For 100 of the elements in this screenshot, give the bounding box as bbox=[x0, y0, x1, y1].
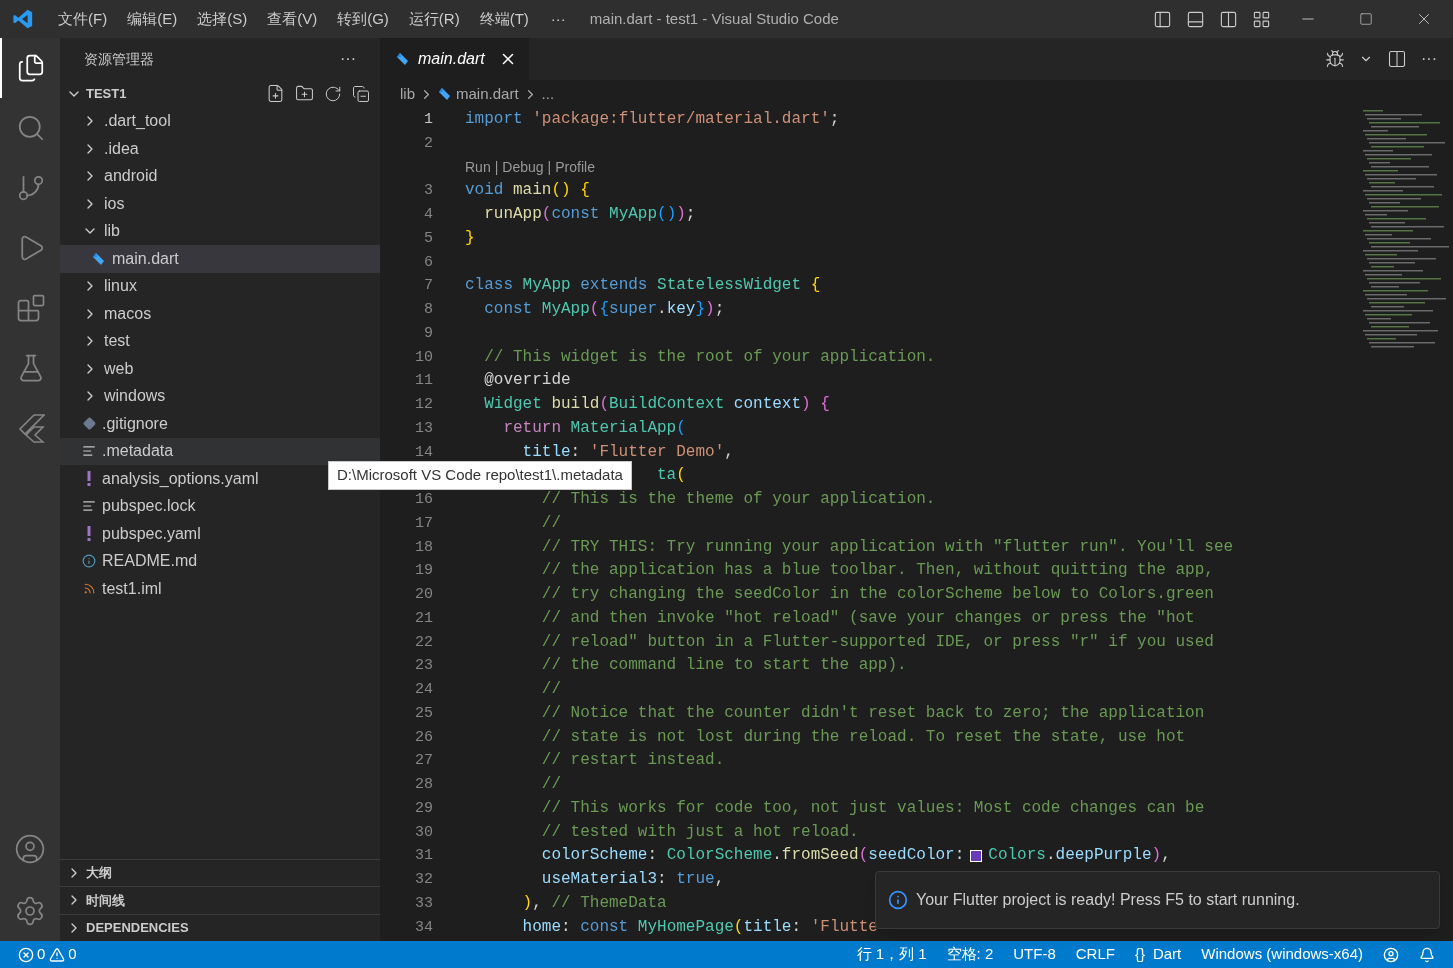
line-number: 5 bbox=[424, 229, 433, 247]
code-line: Widget build(BuildContext context) { bbox=[484, 394, 830, 415]
line-number: 26 bbox=[415, 728, 433, 746]
code-line: // bbox=[541, 512, 561, 534]
line-number: 7 bbox=[424, 277, 433, 295]
menu-item[interactable]: 终端(T) bbox=[469, 7, 539, 31]
section-title: 大纲 bbox=[86, 864, 112, 882]
file-item[interactable]: .metadata bbox=[60, 437, 380, 465]
refresh-icon[interactable] bbox=[324, 84, 342, 103]
new-file-icon[interactable] bbox=[266, 84, 285, 104]
menu-item[interactable]: 选择(S) bbox=[187, 7, 258, 31]
line-number: 6 bbox=[424, 253, 433, 271]
status-item[interactable]: Dart bbox=[1152, 943, 1182, 966]
line-number: 29 bbox=[415, 799, 433, 817]
split-layout-icon[interactable] bbox=[1219, 9, 1238, 29]
color-swatch[interactable] bbox=[970, 850, 983, 863]
menu-item[interactable]: 文件(F) bbox=[48, 7, 118, 31]
section-header[interactable]: 大纲 bbox=[60, 858, 380, 886]
code-line: // Notice that the counter didn't reset back to zero; the application bbox=[541, 702, 1205, 724]
item-label: android bbox=[104, 166, 158, 187]
line-number: 32 bbox=[415, 871, 433, 888]
code-line: home: const MyHomePage(title: 'Flutte bbox=[522, 916, 878, 938]
sidebar-toggle-icon[interactable] bbox=[1153, 9, 1172, 29]
line-number: 18 bbox=[415, 538, 433, 556]
editor-tab[interactable]: main.dart bbox=[380, 38, 529, 80]
branch-icon bbox=[16, 173, 46, 203]
status-item[interactable]: UTF-8 bbox=[1013, 943, 1056, 966]
code-line: // This widget is the root of your application. bbox=[484, 346, 936, 368]
more-actions[interactable]: ··· bbox=[340, 47, 356, 71]
maximize-icon[interactable] bbox=[1359, 12, 1373, 26]
line-number: 1 bbox=[424, 111, 433, 128]
menu-item[interactable]: 编辑(E) bbox=[117, 7, 188, 31]
bell-icon[interactable] bbox=[1419, 946, 1435, 963]
code-line: title: 'Flutter Demo', bbox=[522, 441, 734, 463]
diamond-icon bbox=[82, 417, 96, 431]
code-lens-link[interactable]: Debug bbox=[502, 155, 544, 180]
warning-icon[interactable] bbox=[49, 946, 66, 963]
info-icon bbox=[82, 554, 96, 569]
item-label: pubspec.yaml bbox=[102, 523, 201, 544]
section-title: 时间线 bbox=[86, 891, 125, 910]
line-number: 3 bbox=[424, 182, 433, 200]
more-menu[interactable]: ··· bbox=[538, 7, 578, 31]
line-number: 24 bbox=[415, 681, 433, 698]
rss-icon bbox=[82, 582, 96, 596]
notification-message: Your Flutter project is ready! Press F5 to start running. bbox=[916, 890, 1300, 910]
code-lens-link[interactable]: Profile bbox=[555, 155, 595, 180]
code-line: // the application has a blue toolbar. Then, without quitting the app, bbox=[541, 560, 1214, 582]
section-title: DEPENDENCIES bbox=[86, 919, 189, 937]
item-label: pubspec.lock bbox=[102, 496, 196, 517]
item-label: macos bbox=[104, 303, 152, 324]
more-actions[interactable]: ··· bbox=[1421, 47, 1437, 71]
layout-icon[interactable] bbox=[1252, 9, 1271, 29]
extensions-icon bbox=[16, 293, 46, 323]
breadcrumb-item[interactable]: lib bbox=[400, 82, 415, 106]
breadcrumb-item[interactable]: ... bbox=[541, 82, 555, 106]
file-item[interactable]: main.dart bbox=[60, 245, 380, 273]
settings-icon[interactable] bbox=[14, 895, 46, 927]
line-number: 27 bbox=[415, 752, 433, 770]
item-label: test bbox=[104, 331, 130, 352]
menu-item[interactable]: 运行(R) bbox=[398, 7, 470, 31]
project-header[interactable]: TEST1 bbox=[60, 80, 380, 108]
line-number: 9 bbox=[424, 324, 433, 342]
braces-icon: {} bbox=[1134, 943, 1145, 966]
panel-toggle-icon[interactable] bbox=[1186, 9, 1205, 29]
line-number: 4 bbox=[424, 206, 433, 223]
code-line: // bbox=[541, 774, 561, 795]
info-icon bbox=[888, 890, 908, 910]
section-header[interactable]: 时间线 bbox=[60, 886, 380, 914]
exclamation-icon bbox=[87, 471, 91, 487]
code-line: @override bbox=[484, 370, 571, 392]
status-item[interactable]: Windows (windows-x64) bbox=[1201, 943, 1363, 966]
code-line: // TRY THIS: Try running your application with "flutter run". You'll see bbox=[541, 536, 1234, 558]
item-label: test1.iml bbox=[102, 578, 162, 599]
line-number: 10 bbox=[415, 348, 433, 366]
error-icon[interactable] bbox=[18, 946, 34, 963]
warning-count[interactable]: 0 bbox=[68, 943, 77, 966]
line-number: 16 bbox=[415, 491, 433, 508]
status-item[interactable]: 空格: 2 bbox=[946, 943, 994, 966]
split-editor-icon[interactable] bbox=[1387, 49, 1407, 69]
run-debug-icon[interactable] bbox=[1325, 49, 1345, 69]
line-number: 23 bbox=[415, 657, 433, 675]
error-count[interactable]: 0 bbox=[37, 943, 46, 966]
item-label: .gitignore bbox=[102, 413, 168, 434]
code-line: // reload" button in a Flutter-supported IDE, or press "r" if you used bbox=[541, 631, 1214, 653]
code-lens-link[interactable]: Run bbox=[465, 155, 491, 180]
menu-item[interactable]: 查看(V) bbox=[257, 7, 328, 31]
status-item[interactable]: CRLF bbox=[1075, 943, 1115, 966]
line-number: 19 bbox=[415, 562, 433, 580]
line-number: 30 bbox=[415, 823, 433, 841]
item-label: lib bbox=[104, 221, 120, 242]
item-label: analysis_options.yaml bbox=[102, 468, 259, 489]
collapse-icon[interactable] bbox=[352, 84, 370, 103]
line-number: 33 bbox=[415, 894, 433, 912]
breadcrumb-item[interactable]: main.dart bbox=[456, 82, 519, 106]
menu-item[interactable]: 转到(G) bbox=[327, 7, 399, 31]
lens-separator: | bbox=[547, 157, 552, 177]
status-item[interactable]: 行 1，列 1 bbox=[856, 943, 927, 966]
item-label: linux bbox=[104, 276, 137, 297]
account-icon[interactable] bbox=[14, 833, 46, 865]
project-name: TEST1 bbox=[86, 85, 127, 103]
